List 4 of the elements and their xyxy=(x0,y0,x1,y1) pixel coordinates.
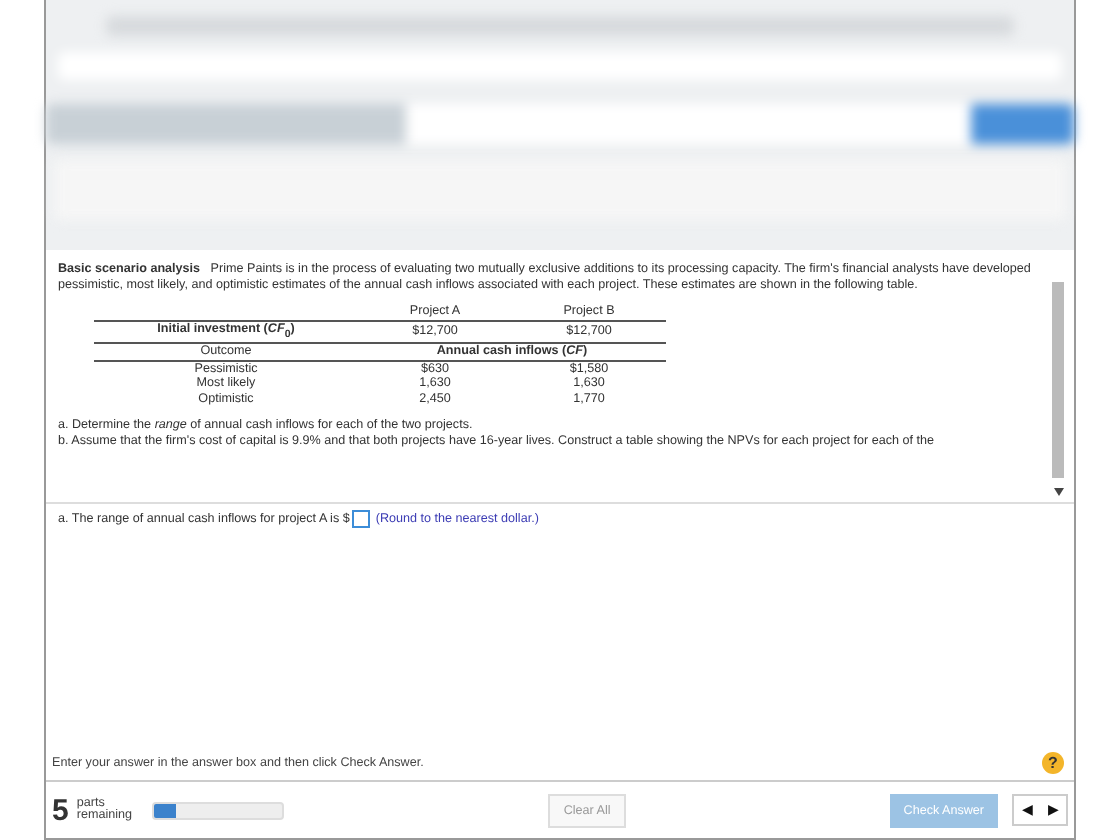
parts-count: 5 xyxy=(52,793,69,827)
scroll-down-icon[interactable] xyxy=(1053,488,1063,496)
answer-field[interactable] xyxy=(351,510,370,528)
help-button[interactable]: ? xyxy=(1042,752,1064,774)
